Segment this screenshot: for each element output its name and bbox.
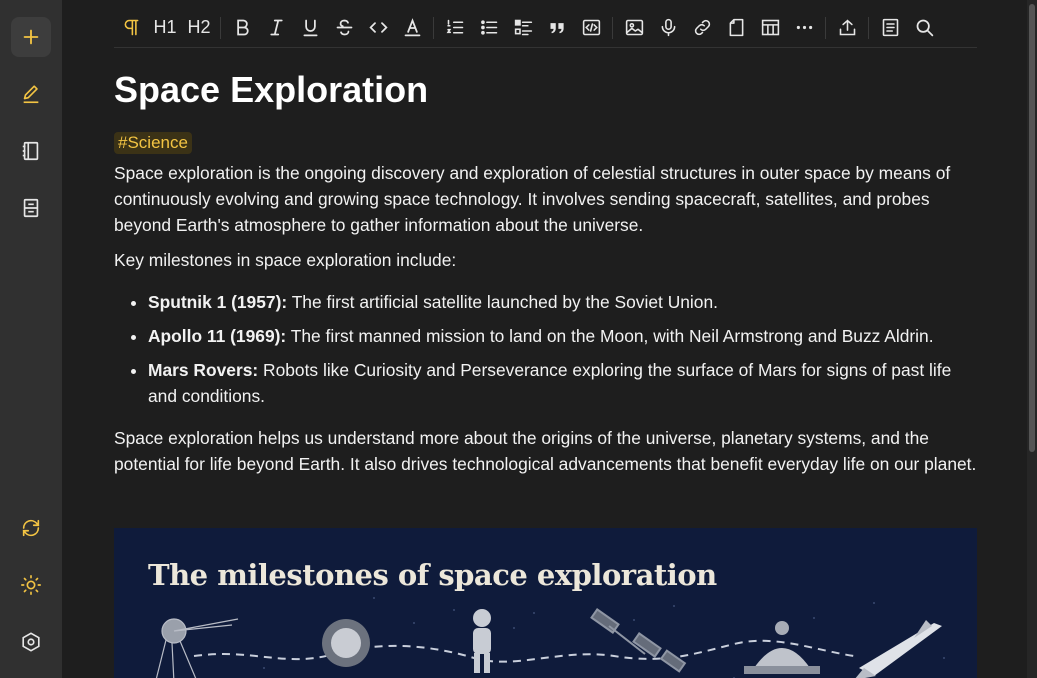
underline-button[interactable] — [293, 12, 327, 44]
strikethrough-button[interactable] — [327, 12, 361, 44]
formatting-toolbar: H1 H2 — [114, 8, 977, 48]
quote-icon — [550, 23, 564, 34]
theme-toggle-button[interactable] — [11, 565, 51, 605]
app: H1 H2 Space Exploration #Science Space e… — [0, 0, 1037, 678]
italic-button[interactable] — [259, 12, 293, 44]
intro-paragraph: Space exploration is the ongoing discove… — [114, 162, 951, 235]
sync-icon — [22, 519, 40, 537]
ordered-list-button[interactable] — [438, 12, 472, 44]
insert-table-button[interactable] — [753, 12, 787, 44]
heading2-button[interactable]: H2 — [182, 12, 216, 44]
note-tag[interactable]: #Science — [114, 131, 192, 154]
notebook-icon — [22, 141, 39, 161]
note-body[interactable]: Space Exploration #Science Space explora… — [114, 60, 977, 486]
list-item: Mars Rovers: Robots like Curiosity and P… — [148, 357, 977, 409]
text-color-icon — [404, 18, 420, 37]
toolbar-divider — [825, 16, 826, 39]
plus-icon — [23, 29, 39, 45]
scrollbar-thumb[interactable] — [1029, 4, 1035, 452]
text-color-button[interactable] — [395, 12, 429, 44]
underline-icon — [303, 19, 317, 37]
image-caption-title: The milestones of space exploration — [148, 558, 717, 592]
paragraph-button[interactable] — [114, 12, 148, 44]
search-icon — [916, 19, 933, 37]
embedded-image[interactable]: The milestones of space exploration — [114, 528, 977, 678]
share-button[interactable] — [830, 12, 864, 44]
conclusion-paragraph: Space exploration helps us understand mo… — [114, 427, 977, 474]
bullet-list-icon — [480, 20, 497, 35]
upload-icon — [839, 19, 855, 36]
note-title[interactable]: Space Exploration — [114, 70, 977, 110]
heading1-label: H1 — [153, 17, 177, 37]
bullet-list-button[interactable] — [472, 12, 506, 44]
edit-button[interactable] — [11, 74, 51, 114]
toolbar-divider — [868, 16, 869, 39]
list-item: Sputnik 1 (1957): The first artificial s… — [148, 289, 977, 315]
checklist-button[interactable] — [506, 12, 540, 44]
paragraph-icon — [124, 19, 138, 36]
bold-icon — [236, 19, 249, 36]
milestone-label: Apollo 11 (1969): — [148, 325, 287, 346]
checklist-icon — [514, 19, 532, 36]
vertical-scrollbar[interactable] — [1027, 0, 1037, 678]
milestones-list: Sputnik 1 (1957): The first artificial s… — [148, 289, 977, 409]
insert-image-button[interactable] — [617, 12, 651, 44]
milestone-text: The first manned mission to land on the … — [286, 325, 934, 346]
insert-link-button[interactable] — [685, 12, 719, 44]
code-block-button[interactable] — [574, 12, 608, 44]
milestone-text: Robots like Curiosity and Perseverance e… — [148, 359, 952, 406]
notebooks-button[interactable] — [11, 131, 51, 171]
attach-file-button[interactable] — [719, 12, 753, 44]
archive-icon — [23, 198, 39, 218]
italic-icon — [269, 19, 283, 36]
code-icon — [368, 22, 388, 33]
more-icon — [796, 25, 812, 30]
toolbar-divider — [612, 16, 613, 39]
heading2-label: H2 — [187, 17, 211, 37]
image-icon — [625, 19, 643, 36]
new-note-button[interactable] — [11, 17, 51, 57]
reader-view-button[interactable] — [873, 12, 907, 44]
sidebar — [0, 0, 62, 678]
strikethrough-icon — [336, 19, 352, 36]
settings-hexagon-icon — [22, 632, 40, 652]
search-button[interactable] — [907, 12, 941, 44]
more-options-button[interactable] — [787, 12, 821, 44]
pencil-icon — [23, 85, 39, 104]
sync-button[interactable] — [11, 508, 51, 548]
toolbar-divider — [433, 16, 434, 39]
record-audio-button[interactable] — [651, 12, 685, 44]
heading1-button[interactable]: H1 — [148, 12, 182, 44]
editor: H1 H2 Space Exploration #Science Space e… — [62, 0, 1037, 678]
settings-button[interactable] — [11, 622, 51, 662]
link-icon — [694, 19, 710, 36]
list-item: Apollo 11 (1969): The first manned missi… — [148, 323, 977, 349]
ordered-list-icon — [446, 19, 463, 34]
sun-icon — [21, 575, 41, 595]
space-illustration — [155, 597, 945, 678]
milestone-text: The first artificial satellite launched … — [287, 291, 718, 312]
file-icon — [729, 18, 743, 37]
toolbar-divider — [220, 16, 221, 39]
milestones-lead: Key milestones in space exploration incl… — [114, 249, 457, 270]
microphone-icon — [661, 18, 675, 37]
inline-code-button[interactable] — [361, 12, 395, 44]
quote-button[interactable] — [540, 12, 574, 44]
milestone-label: Mars Rovers: — [148, 359, 259, 380]
table-icon — [761, 19, 779, 36]
document-icon — [882, 18, 898, 37]
archive-button[interactable] — [11, 188, 51, 228]
code-block-icon — [582, 19, 600, 36]
bold-button[interactable] — [225, 12, 259, 44]
milestone-label: Sputnik 1 (1957): — [148, 291, 288, 312]
